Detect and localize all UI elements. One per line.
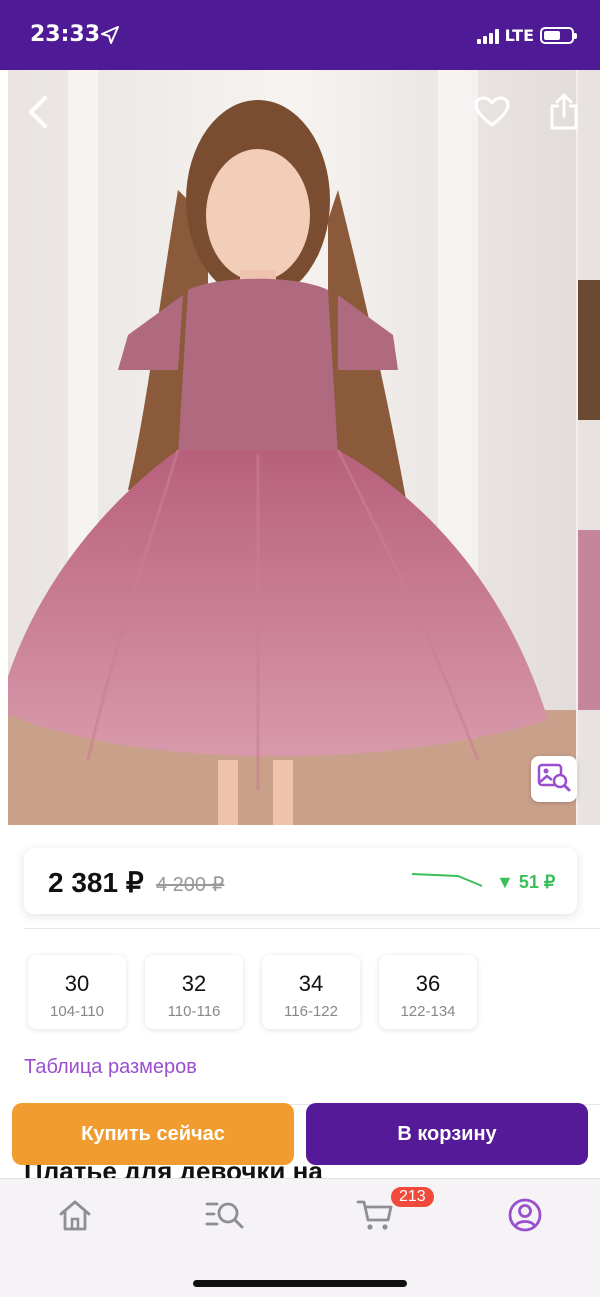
favorite-button[interactable] (470, 94, 514, 134)
size-value: 34 (298, 971, 324, 996)
next-product-photo[interactable] (578, 70, 600, 825)
cart-count-badge: 213 (389, 1185, 436, 1209)
share-button[interactable] (544, 90, 584, 136)
signal-icon (476, 28, 499, 44)
status-bar: 23:33 LTE (0, 0, 600, 70)
image-search-icon (537, 762, 571, 797)
visual-search-button[interactable] (531, 756, 577, 802)
size-option[interactable]: 30 104-110 (28, 955, 126, 1029)
product-photo[interactable] (0, 70, 576, 825)
battery-icon (540, 27, 577, 44)
heart-outline-icon (474, 96, 510, 133)
add-to-cart-button[interactable]: В корзину (306, 1103, 588, 1165)
size-value: 30 (64, 971, 90, 996)
tab-home[interactable] (53, 1195, 97, 1239)
back-button[interactable] (18, 94, 58, 134)
price-history-sparkline[interactable] (410, 870, 486, 895)
location-arrow-icon (100, 25, 120, 50)
size-value: 32 (181, 971, 207, 996)
share-icon (549, 92, 579, 135)
buy-now-button[interactable]: Купить сейчас (12, 1103, 294, 1165)
size-table-link[interactable]: Таблица размеров (24, 1056, 197, 1079)
home-icon (57, 1198, 93, 1237)
size-range: 110-116 (167, 1003, 221, 1020)
product-gallery[interactable] (0, 70, 600, 825)
size-value: 36 (415, 971, 441, 996)
size-selector: 30 104-110 32 110-116 34 116-122 36 122-… (28, 955, 477, 1029)
current-price: 2 381 ₽ (48, 867, 144, 898)
status-indicators: LTE (476, 26, 577, 45)
status-time: 23:33 (30, 22, 101, 47)
old-price: 4 200 ₽ (156, 874, 225, 896)
size-range: 104-110 (50, 1003, 104, 1020)
home-indicator[interactable] (193, 1280, 407, 1287)
size-option[interactable]: 32 110-116 (145, 955, 243, 1029)
tab-profile[interactable] (503, 1195, 547, 1239)
price-card[interactable]: 2 381 ₽ 4 200 ₽ ▼ 51 ₽ (24, 848, 577, 914)
size-option[interactable]: 34 116-122 (262, 955, 360, 1029)
profile-icon (507, 1197, 543, 1238)
size-range: 116-122 (284, 1003, 338, 1020)
divider (24, 928, 600, 929)
price-drop-badge: ▼ 51 ₽ (496, 872, 556, 892)
size-range: 122-134 (400, 1003, 456, 1020)
size-option[interactable]: 36 122-134 (379, 955, 477, 1029)
chevron-left-icon (26, 95, 50, 134)
network-type: LTE (504, 26, 534, 45)
catalog-search-icon (205, 1200, 245, 1235)
cart-icon (356, 1198, 394, 1237)
bottom-tab-bar: 213 (0, 1178, 600, 1297)
tab-catalog[interactable] (203, 1195, 247, 1239)
